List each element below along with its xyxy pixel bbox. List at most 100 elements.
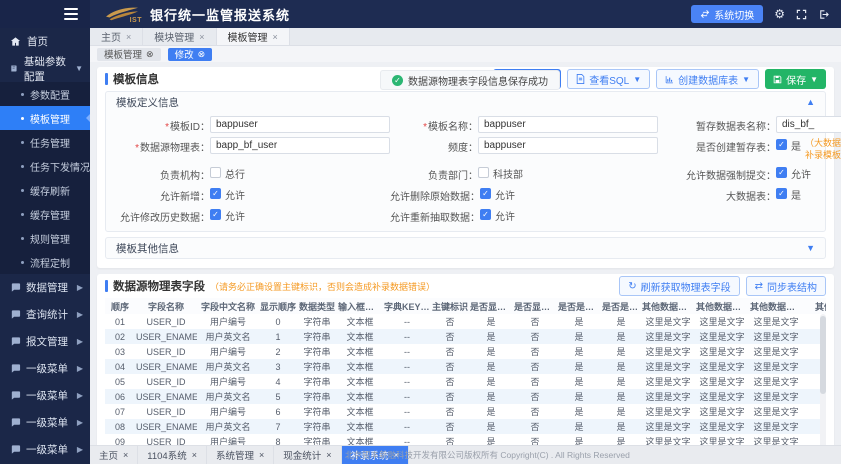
- workspace-tab-0[interactable]: 主页×: [90, 28, 143, 45]
- close-icon[interactable]: ×: [199, 32, 204, 42]
- workspace-tab-1[interactable]: 模块管理×: [143, 28, 216, 45]
- close-icon[interactable]: ×: [273, 32, 278, 42]
- sidebar-submenu: 参数配置模板管理任务管理任务下发情况缓存刷新缓存管理规则管理流程定制: [0, 82, 90, 274]
- breadcrumb-chip-0[interactable]: 模板管理⊗: [97, 48, 161, 61]
- table-cell: 否: [513, 374, 557, 389]
- vertical-scrollbar[interactable]: [820, 314, 826, 445]
- org-checkbox[interactable]: [210, 167, 221, 178]
- table-row[interactable]: 02USER_ENAME用户英文名1字符串文本框--否是否是是这里是文字这里是文…: [105, 329, 826, 344]
- dept-checkbox[interactable]: [478, 167, 489, 178]
- table-cell: 07: [105, 404, 135, 419]
- app-logo: IST: [104, 6, 140, 22]
- column-header-11: 是否是数…: [601, 298, 641, 314]
- sidebar-subitem-6[interactable]: 规则管理: [0, 226, 90, 250]
- sidebar-subitem-5[interactable]: 缓存管理: [0, 202, 90, 226]
- table-cell: 这里是文字: [641, 404, 695, 419]
- subitem-label: 流程定制: [30, 255, 70, 270]
- fullscreen-icon[interactable]: [796, 9, 807, 20]
- view-sql-button[interactable]: 查看SQL ▼: [567, 69, 650, 89]
- bottom-tab-1[interactable]: 1104系统×: [138, 446, 207, 464]
- close-icon[interactable]: ×: [192, 450, 197, 460]
- logout-icon[interactable]: [818, 9, 829, 20]
- close-icon[interactable]: ×: [326, 450, 331, 460]
- template-definition-header[interactable]: 模板定义信息 ▲: [106, 92, 825, 112]
- sidebar-item-6[interactable]: 一级菜单▶: [0, 436, 90, 463]
- table-cell: 否: [431, 374, 469, 389]
- sync-structure-button[interactable]: ⇄ 同步表结构: [746, 276, 826, 296]
- table-cell: 否: [431, 434, 469, 445]
- sidebar-header: [0, 0, 90, 28]
- table-cell: 这里是文字: [641, 329, 695, 344]
- create-db-table-button[interactable]: 创建数据库表 ▼: [656, 69, 759, 89]
- allow-refetch-checkbox[interactable]: [480, 209, 491, 220]
- table-row[interactable]: 08USER_ENAME用户英文名7字符串文本框--否是否是是这里是文字这里是文…: [105, 419, 826, 434]
- template-other-header[interactable]: 模板其他信息 ▼: [106, 238, 825, 258]
- workspace-tab-2[interactable]: 模板管理×: [217, 28, 290, 45]
- sidebar-subitem-1[interactable]: 模板管理: [0, 106, 90, 130]
- table-row[interactable]: 07USER_ID用户编号6字符串文本框--否是否是是这里是文字这里是文字这里是…: [105, 404, 826, 419]
- refresh-icon: ↻: [628, 281, 636, 292]
- settings-gear-icon[interactable]: ⚙: [774, 8, 785, 20]
- sidebar-subitem-0[interactable]: 参数配置: [0, 82, 90, 106]
- save-button[interactable]: 保存 ▼: [765, 69, 826, 89]
- close-icon[interactable]: ×: [259, 450, 264, 460]
- table-cell: 否: [513, 389, 557, 404]
- table-row[interactable]: 05USER_ID用户编号4字符串文本框--否是否是是这里是文字这里是文字这里是…: [105, 374, 826, 389]
- sidebar-subitem-4[interactable]: 缓存刷新: [0, 178, 90, 202]
- table-row[interactable]: 06USER_ENAME用户英文名5字符串文本框--否是否是是这里是文字这里是文…: [105, 389, 826, 404]
- table-row[interactable]: 04USER_ENAME用户英文名3字符串文本框--否是否是是这里是文字这里是文…: [105, 359, 826, 374]
- table-row[interactable]: 03USER_ID用户编号2字符串文本框--否是否是是这里是文字这里是文字这里是…: [105, 344, 826, 359]
- sidebar-item-5[interactable]: 一级菜单▶: [0, 409, 90, 436]
- refresh-fields-button[interactable]: ↻ 刷新获取物理表字段: [619, 276, 739, 296]
- force-submit-checkbox[interactable]: [776, 167, 787, 178]
- menu-toggle-icon[interactable]: [64, 8, 78, 20]
- table-cell: 这里是文字: [749, 344, 803, 359]
- sidebar-subitem-3[interactable]: 任务下发情况: [0, 154, 90, 178]
- allow-add-checkbox[interactable]: [210, 188, 221, 199]
- frequency-input[interactable]: [478, 137, 658, 154]
- scrollbar-thumb[interactable]: [820, 316, 826, 394]
- table-cell: 否: [431, 314, 469, 329]
- sidebar-item-0[interactable]: 数据管理▶: [0, 274, 90, 301]
- big-data-checkbox[interactable]: [776, 188, 787, 199]
- allow-delete-checkbox[interactable]: [480, 188, 491, 199]
- bullet-icon: [21, 93, 24, 96]
- sidebar-item-3[interactable]: 一级菜单▶: [0, 355, 90, 382]
- table-header-row: 顺序字段名称字段中文名称显示顺序数据类型输入框类型字典KEY/日…主键标识是否显…: [105, 298, 826, 314]
- source-table-input[interactable]: [210, 137, 390, 154]
- collapse-icon[interactable]: ▲: [806, 97, 815, 107]
- table-cell: 3: [259, 359, 297, 374]
- template-name-input[interactable]: [478, 116, 658, 133]
- sidebar-subitem-2[interactable]: 任务管理: [0, 130, 90, 154]
- table-cell: 04: [105, 359, 135, 374]
- save-icon: [773, 75, 782, 84]
- sidebar-item-4[interactable]: 一级菜单▶: [0, 382, 90, 409]
- create-temp-checkbox[interactable]: [776, 139, 787, 150]
- sidebar-subitem-7[interactable]: 流程定制: [0, 250, 90, 274]
- table-cell: 是: [601, 374, 641, 389]
- breadcrumb-chip-1[interactable]: 修改⊗: [168, 48, 213, 61]
- bottom-tab-2[interactable]: 系统管理×: [207, 446, 274, 464]
- bullet-icon: [21, 237, 24, 240]
- bottom-tab-0[interactable]: 主页×: [90, 446, 138, 464]
- column-header-5: 输入框类型: [337, 298, 383, 314]
- sidebar-item-2[interactable]: 报文管理▶: [0, 328, 90, 355]
- bottom-tab-3[interactable]: 现金统计×: [274, 446, 341, 464]
- table-row[interactable]: 01USER_ID用户编号0字符串文本框--否是否是是这里是文字这里是文字这里是…: [105, 314, 826, 329]
- allow-modify-checkbox[interactable]: [210, 209, 221, 220]
- system-switch-button[interactable]: 系统切换: [691, 5, 763, 23]
- close-icon[interactable]: ×: [123, 450, 128, 460]
- table-cell: 这里是文字: [695, 434, 749, 445]
- remove-icon[interactable]: ⊗: [146, 49, 154, 60]
- sidebar-item-1[interactable]: 查询统计▶: [0, 301, 90, 328]
- sidebar-item-home[interactable]: 首页: [0, 28, 90, 55]
- table-row[interactable]: 09USER_ID用户编号8字符串文本框--否是否是是这里是文字这里是文字这里是…: [105, 434, 826, 445]
- close-icon[interactable]: ×: [126, 32, 131, 42]
- template-id-input[interactable]: [210, 116, 390, 133]
- remove-icon[interactable]: ⊗: [198, 49, 206, 60]
- table-cell: 05: [105, 374, 135, 389]
- table-cell: --: [383, 329, 431, 344]
- temp-table-name-input[interactable]: [776, 116, 841, 133]
- expand-icon[interactable]: ▼: [806, 243, 815, 253]
- sidebar-group-basic-params[interactable]: 基础参数配置 ▼: [0, 55, 90, 82]
